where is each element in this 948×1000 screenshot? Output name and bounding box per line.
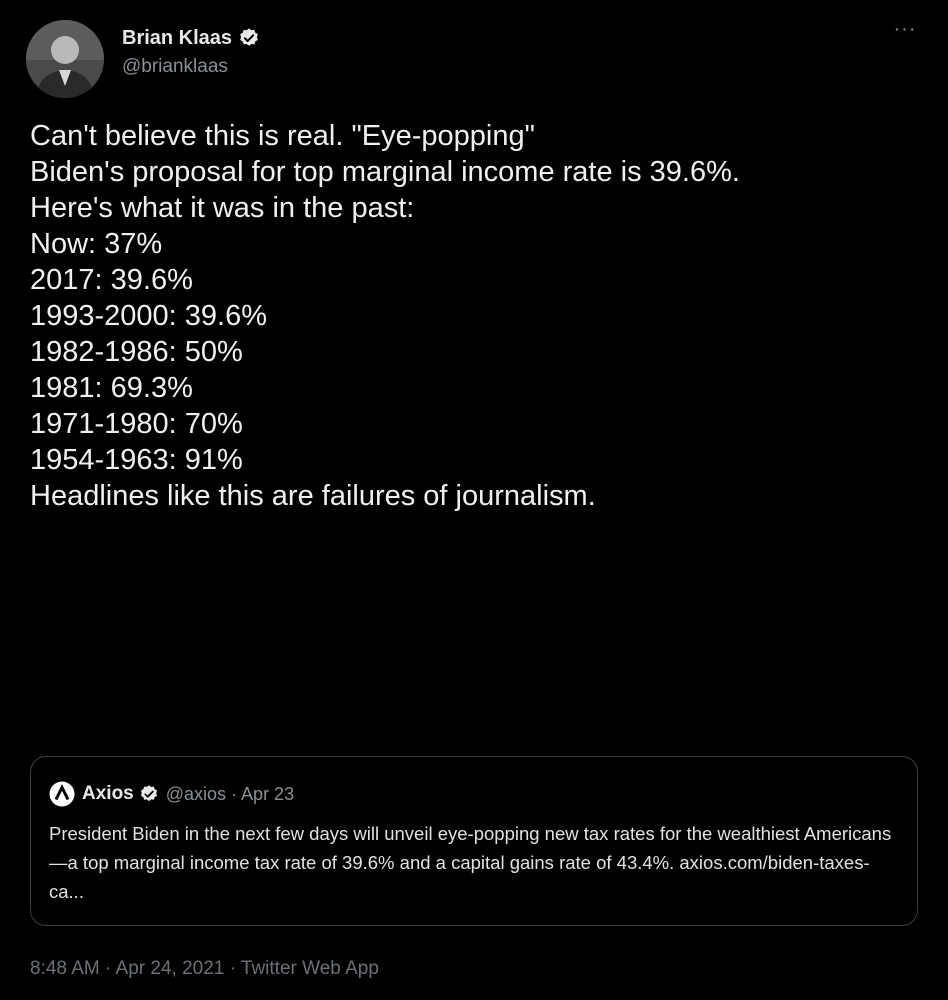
- more-horizontal-icon[interactable]: ···: [892, 19, 918, 39]
- axios-logo-icon: [49, 781, 75, 807]
- tweet-line: 1982-1986: 50%: [30, 336, 243, 368]
- quoted-tweet-text: President Biden in the next few days wil…: [49, 823, 892, 902]
- tweet-line: Headlines like this are failures of jour…: [30, 480, 596, 512]
- verified-badge-icon: [238, 27, 260, 49]
- tweet-line: 2017: 39.6%: [30, 264, 193, 296]
- tweet-line: Here's what it was in the past:: [30, 192, 415, 224]
- tweet-line: 1954-1963: 91%: [30, 444, 243, 476]
- avatar-photo: [26, 20, 104, 98]
- tweet-line: Now: 37%: [30, 228, 163, 260]
- tweet-line: 1971-1980: 70%: [30, 408, 243, 440]
- author-info: Brian Klaas @brianklaas: [122, 24, 260, 78]
- tweet-line: 1981: 69.3%: [30, 372, 193, 404]
- tweet-line: Biden's proposal for top marginal income…: [30, 156, 740, 188]
- quoted-handle-date: @axios · Apr 23: [165, 783, 295, 804]
- tweet-card: Brian Klaas @brianklaas ··· Can't believ…: [0, 0, 948, 1000]
- quoted-tweet[interactable]: Axios @axios · Apr 23 President Biden in…: [30, 756, 918, 926]
- quoted-author-name[interactable]: Axios: [82, 783, 134, 805]
- author-name-row: Brian Klaas: [122, 24, 260, 52]
- author-display-name[interactable]: Brian Klaas: [122, 27, 232, 50]
- tweet-line: 1993-2000: 39.6%: [30, 300, 268, 332]
- verified-badge-icon: [139, 784, 159, 804]
- author-handle[interactable]: @brianklaas: [122, 56, 260, 78]
- quoted-tweet-header: Axios @axios · Apr 23: [49, 781, 294, 807]
- tweet-text: Can't believe this is real. "Eye-popping…: [30, 118, 930, 514]
- author-avatar[interactable]: [26, 20, 104, 98]
- tweet-timestamp[interactable]: 8:48 AM · Apr 24, 2021 · Twitter Web App: [30, 958, 379, 980]
- tweet-line: Can't believe this is real. "Eye-popping…: [30, 120, 535, 152]
